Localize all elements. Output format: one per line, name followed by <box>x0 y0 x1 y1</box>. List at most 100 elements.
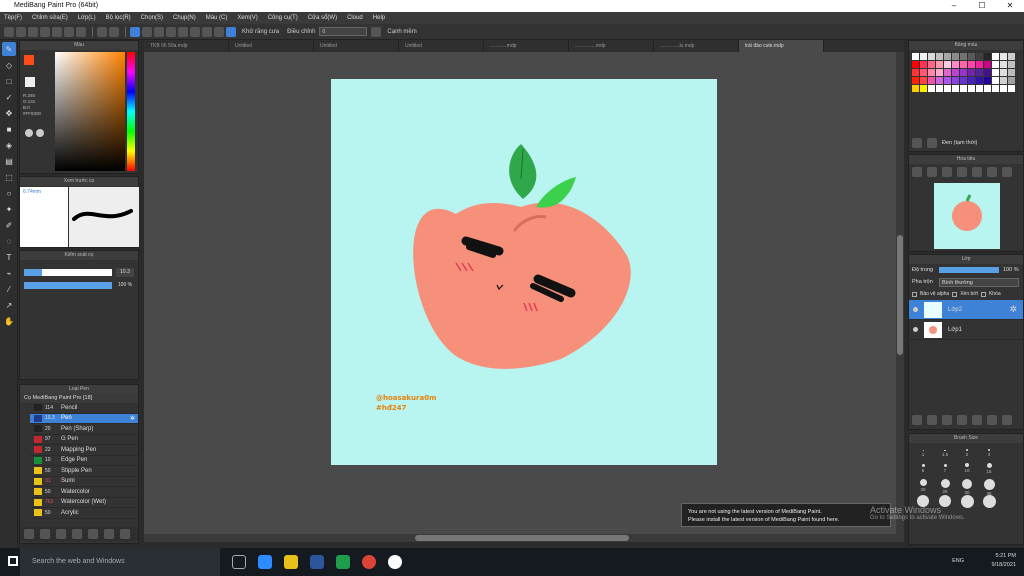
import-brush-icon[interactable] <box>72 529 82 539</box>
palette-swatch[interactable] <box>984 85 991 92</box>
minimize-button[interactable]: – <box>940 0 968 12</box>
word-app-icon[interactable] <box>310 555 324 569</box>
palette-swatch[interactable] <box>1000 53 1007 60</box>
dot-tool-icon[interactable]: □ <box>2 74 16 88</box>
palette-swatch[interactable] <box>1000 77 1007 84</box>
menu-view[interactable]: Xem(V) <box>237 15 257 21</box>
magic-wand-icon[interactable]: ✦ <box>2 202 16 216</box>
redo-icon[interactable] <box>109 26 119 37</box>
menu-window[interactable]: Cửa sổ(W) <box>308 15 337 21</box>
palette-swatch[interactable] <box>1000 85 1007 92</box>
palette-swatch[interactable] <box>976 77 983 84</box>
gradient-tool-icon[interactable]: ▤ <box>2 154 16 168</box>
palette-swatch[interactable] <box>984 69 991 76</box>
size-preset[interactable]: 3 <box>978 447 1000 463</box>
size-preset[interactable]: 35 <box>978 479 1000 496</box>
edge-checkbox[interactable] <box>371 26 382 37</box>
delete-brush-icon[interactable] <box>120 529 130 539</box>
brush-tool-icon[interactable]: ✎ <box>2 42 16 56</box>
menu-layer[interactable]: Lớp(L) <box>78 15 96 21</box>
palette-swatch[interactable] <box>960 53 967 60</box>
palette-swatch[interactable] <box>920 53 927 60</box>
snap-parallel-icon[interactable] <box>142 26 152 37</box>
system-tray[interactable]: ENG 5:21 PM 9/18/2021 <box>952 552 1016 570</box>
size-preset[interactable]: 5 <box>912 463 934 479</box>
snap-radial-icon[interactable] <box>178 26 188 37</box>
tab-document[interactable]: Untitled <box>229 40 314 52</box>
gear-icon[interactable]: ✲ <box>1009 304 1017 315</box>
palette-swatch[interactable] <box>928 53 935 60</box>
hue-slider[interactable] <box>127 52 135 171</box>
palette-swatch[interactable] <box>1008 85 1015 92</box>
tab-document[interactable]: TKB 06 50a.mdp <box>144 40 229 52</box>
menu-tools[interactable]: Công cụ(T) <box>268 15 298 21</box>
lock-checkbox[interactable] <box>980 291 986 297</box>
palette-swatch[interactable] <box>920 69 927 76</box>
fit-icon[interactable] <box>942 167 952 177</box>
actual-size-icon[interactable] <box>957 167 967 177</box>
palette-swatch[interactable] <box>992 61 999 68</box>
brush-item[interactable]: 10 Edge Pen <box>30 456 138 466</box>
size-preset[interactable]: 10 <box>956 463 978 479</box>
cloud-icon[interactable] <box>4 26 14 37</box>
palette-swatch[interactable] <box>912 69 919 76</box>
palette-swatch[interactable] <box>920 77 927 84</box>
menu-cloud[interactable]: Cloud <box>347 15 363 21</box>
brush-size-value[interactable]: 10.3 <box>116 268 134 277</box>
brush-item[interactable]: 97 G Pen <box>30 435 138 445</box>
palette-icon[interactable] <box>25 129 33 137</box>
snap-cross-icon[interactable] <box>154 26 164 37</box>
folder-icon[interactable] <box>88 529 98 539</box>
palette-swatch[interactable] <box>968 77 975 84</box>
update-notice[interactable]: You are not using the latest version of … <box>681 503 891 527</box>
palette-swatch[interactable] <box>968 85 975 92</box>
palette-swatch[interactable] <box>912 61 919 68</box>
menu-file[interactable]: Tệp(F) <box>4 15 22 21</box>
adjust-select[interactable]: 0 <box>319 27 368 36</box>
palette-swatch[interactable] <box>992 77 999 84</box>
palette-swatch[interactable] <box>928 85 935 92</box>
add-layer-icon[interactable] <box>912 415 922 425</box>
new-file-icon[interactable] <box>16 26 26 37</box>
size-preset[interactable]: 25 <box>934 479 956 495</box>
palette-swatch[interactable] <box>976 85 983 92</box>
palette-swatch[interactable] <box>912 85 919 92</box>
palette-swatch[interactable] <box>960 77 967 84</box>
menu-edit[interactable]: Chỉnh sửa(E) <box>32 15 68 21</box>
delete-color-icon[interactable] <box>927 138 937 148</box>
palette-swatch[interactable] <box>968 69 975 76</box>
palette-swatch[interactable] <box>952 85 959 92</box>
size-preset[interactable]: 2 <box>956 447 978 463</box>
palette-swatch[interactable] <box>952 61 959 68</box>
select-tool-icon[interactable]: ⬚ <box>2 170 16 184</box>
select-pen-icon[interactable]: ✐ <box>2 218 16 232</box>
zoom-in-icon[interactable] <box>912 167 922 177</box>
palette-swatch[interactable] <box>936 53 943 60</box>
color-wheel-icon[interactable] <box>36 129 44 137</box>
add-8bit-layer-icon[interactable] <box>942 415 952 425</box>
tab-document-active[interactable]: trái đào cute.mdp <box>739 40 824 52</box>
windows-start-icon[interactable] <box>8 556 18 566</box>
tab-document[interactable]: Untitled <box>314 40 399 52</box>
maximize-button[interactable]: ☐ <box>968 0 996 12</box>
palette-swatch[interactable] <box>936 61 943 68</box>
copy-brush-icon[interactable] <box>40 529 50 539</box>
palette-swatch[interactable] <box>952 53 959 60</box>
palette-swatch[interactable] <box>936 77 943 84</box>
chrome-icon[interactable] <box>362 555 376 569</box>
tab-document[interactable]: Untitled <box>399 40 484 52</box>
brush-item[interactable]: 22 Mapping Pen <box>30 445 138 456</box>
brush-item[interactable]: 50 Stipple Pen <box>30 466 138 477</box>
antialias-checkbox[interactable] <box>226 26 236 37</box>
tab-document[interactable]: ............mdp <box>484 40 569 52</box>
snap-settings-icon[interactable] <box>214 26 224 37</box>
tab-document[interactable]: ...............mdp <box>569 40 654 52</box>
menu-color[interactable]: Màu (C) <box>206 15 228 21</box>
menu-filter[interactable]: Bộ lọc(R) <box>106 15 131 21</box>
brush-item[interactable]: 31 Sumi <box>30 477 138 487</box>
palette-swatch[interactable] <box>912 53 919 60</box>
menu-help[interactable]: Help <box>373 15 385 21</box>
rotate-right-icon[interactable] <box>987 167 997 177</box>
palette-swatch[interactable] <box>984 61 991 68</box>
palette-swatch[interactable] <box>912 77 919 84</box>
